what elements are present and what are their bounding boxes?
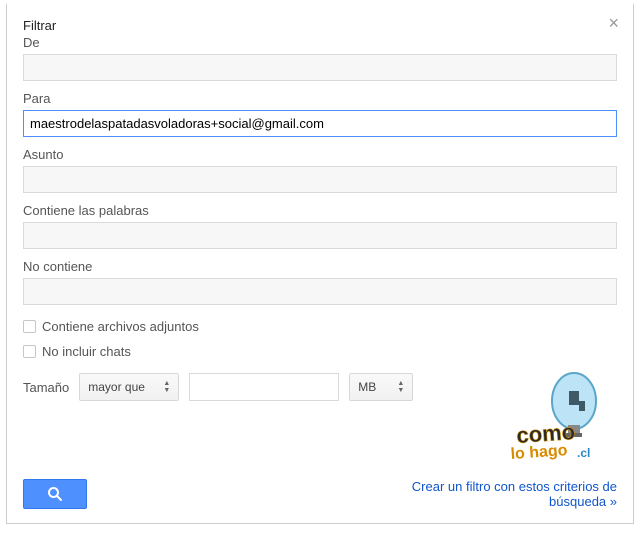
chevron-updown-icon: ▲▼ xyxy=(397,380,404,394)
to-label: Para xyxy=(23,91,617,106)
size-value-input[interactable] xyxy=(189,373,339,401)
has-attachment-label: Contiene archivos adjuntos xyxy=(42,319,199,334)
subject-input[interactable] xyxy=(23,166,617,193)
create-filter-link[interactable]: Crear un filtro con estos criterios de b… xyxy=(357,479,617,509)
size-unit-select[interactable]: MB ▲▼ xyxy=(349,373,413,401)
dialog-title: Filtrar xyxy=(23,18,617,33)
watermark-logo: como lo hago .cl xyxy=(469,371,609,467)
has-words-input[interactable] xyxy=(23,222,617,249)
svg-text:lo hago: lo hago xyxy=(510,442,568,463)
from-input[interactable] xyxy=(23,54,617,81)
doesnt-have-label: No contiene xyxy=(23,259,617,274)
has-attachment-checkbox[interactable] xyxy=(23,320,36,333)
doesnt-have-input[interactable] xyxy=(23,278,617,305)
chevron-updown-icon: ▲▼ xyxy=(163,380,170,394)
dialog-footer: Crear un filtro con estos criterios de b… xyxy=(23,479,617,509)
svg-text:.cl: .cl xyxy=(577,446,590,460)
close-icon[interactable]: × xyxy=(608,14,619,32)
size-operator-value: mayor que xyxy=(88,380,145,394)
size-unit-value: MB xyxy=(358,380,376,394)
has-attachment-row[interactable]: Contiene archivos adjuntos xyxy=(23,319,617,334)
exclude-chats-checkbox[interactable] xyxy=(23,345,36,358)
to-input[interactable] xyxy=(23,110,617,137)
search-button[interactable] xyxy=(23,479,87,509)
size-operator-select[interactable]: mayor que ▲▼ xyxy=(79,373,179,401)
search-icon xyxy=(47,486,63,502)
exclude-chats-label: No incluir chats xyxy=(42,344,131,359)
subject-label: Asunto xyxy=(23,147,617,162)
size-label: Tamaño xyxy=(23,380,69,395)
has-words-label: Contiene las palabras xyxy=(23,203,617,218)
filter-dialog: × Filtrar De Para Asunto Contiene las pa… xyxy=(6,4,634,524)
from-label: De xyxy=(23,35,617,50)
exclude-chats-row[interactable]: No incluir chats xyxy=(23,344,617,359)
